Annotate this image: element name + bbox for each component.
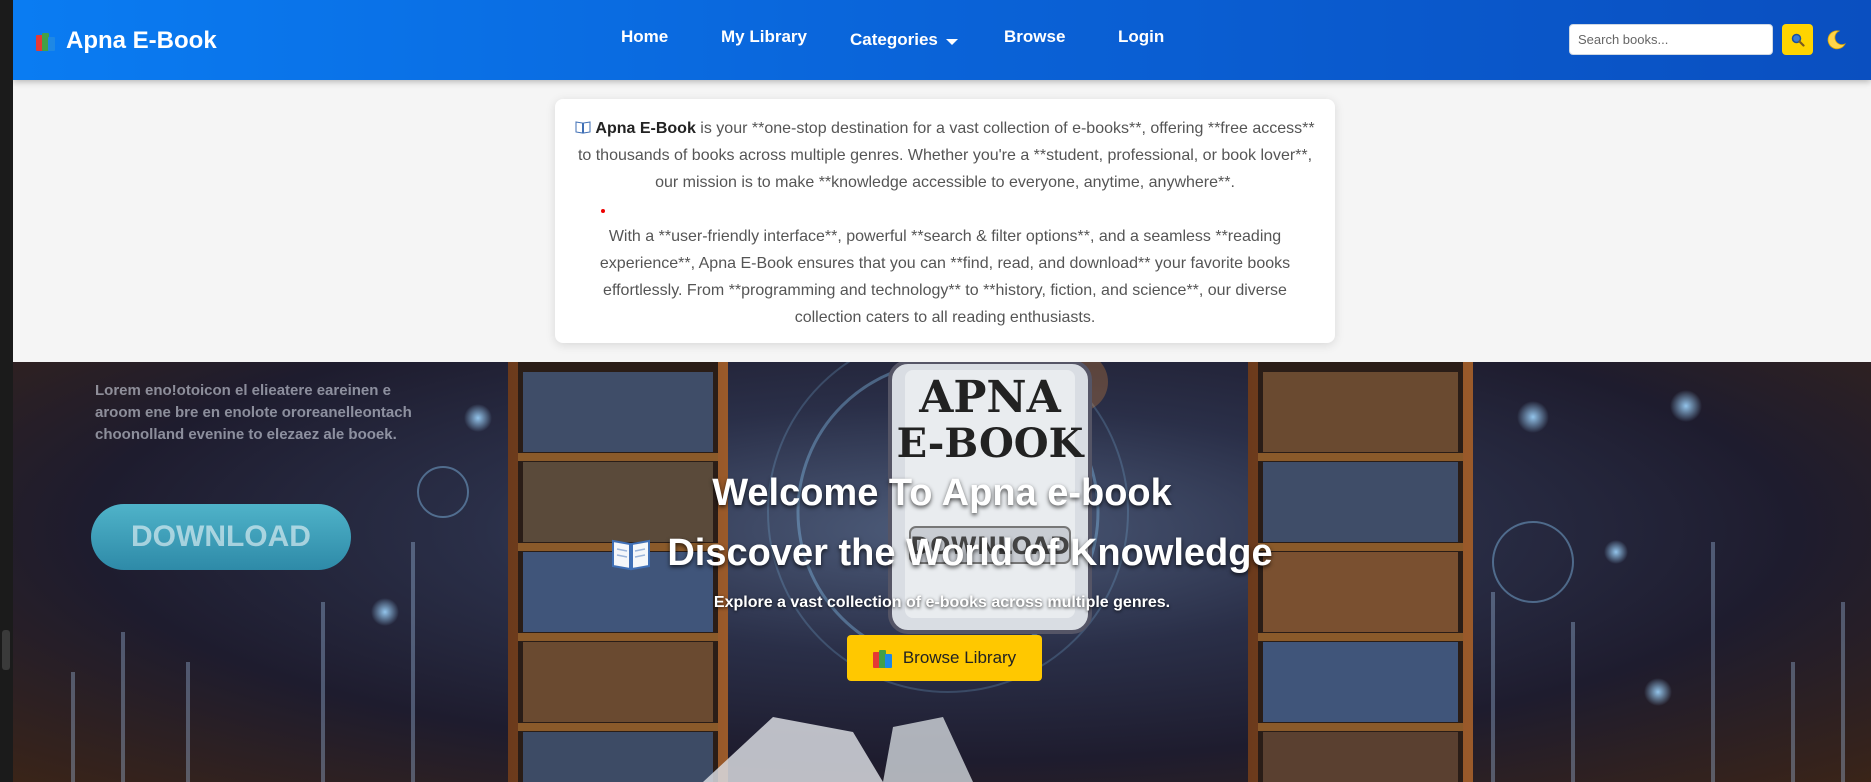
right-bookshelf-books — [1263, 372, 1458, 782]
open-book-icon — [612, 539, 651, 570]
hero-headline: Discover the World of Knowledge — [13, 532, 1871, 575]
nav-categories-dropdown[interactable]: Categories — [850, 30, 958, 50]
nav-categories-label: Categories — [850, 30, 938, 49]
books-icon — [872, 648, 895, 668]
search-button[interactable] — [1782, 24, 1813, 55]
left-bookshelf-books — [523, 372, 713, 782]
scrollbar-thumb[interactable] — [2, 630, 10, 670]
nav-home-link[interactable]: Home — [621, 27, 668, 47]
hero-headline-text: Discover the World of Knowledge — [667, 532, 1273, 574]
nav-login-link[interactable]: Login — [1118, 27, 1164, 47]
nav-browse-link[interactable]: Browse — [1004, 27, 1065, 47]
hero-title: Welcome To Apna e-book — [712, 472, 1172, 514]
search-input[interactable] — [1569, 24, 1773, 55]
browse-library-button[interactable]: Browse Library — [847, 635, 1042, 681]
brand[interactable]: Apna E-Book — [36, 26, 217, 56]
about-brand: Apna E-Book — [595, 120, 696, 137]
hero-image-lorem-text: Lorem eno!otoicon el elieatere eareinen … — [95, 382, 412, 443]
brand-name: Apna E-Book — [66, 27, 217, 54]
device-title-2: E-BOOK — [897, 420, 1085, 467]
about-card: Apna E-Book is your **one-stop destinati… — [555, 99, 1335, 343]
moon-icon — [1827, 30, 1846, 50]
about-paragraph-2: With a **user-friendly interface**, powe… — [575, 209, 1315, 331]
navbar: Apna E-Book Home My Library Categories B… — [13, 0, 1871, 80]
hero-banner: APNA E-BOOK DOWNLOAD Lorem eno!otoicon e… — [13, 362, 1871, 782]
browse-library-label: Browse Library — [902, 648, 1017, 667]
books-icon — [36, 31, 58, 51]
device-title-1: APNA — [918, 372, 1061, 423]
page: Apna E-Book Home My Library Categories B… — [13, 0, 1871, 782]
red-dot-marker — [601, 209, 605, 213]
hero-subtitle: Explore a vast collection of e-books acr… — [713, 594, 1171, 611]
nav-my-library-link[interactable]: My Library — [721, 27, 807, 47]
theme-toggle[interactable] — [1825, 29, 1847, 51]
chevron-down-icon — [945, 38, 958, 45]
about-paragraph-2-text: With a **user-friendly interface**, powe… — [599, 228, 1291, 326]
window-left-edge — [0, 0, 13, 782]
about-paragraph-1: Apna E-Book is your **one-stop destinati… — [575, 115, 1315, 196]
search-icon — [1791, 33, 1805, 47]
open-book-icon — [575, 121, 591, 134]
